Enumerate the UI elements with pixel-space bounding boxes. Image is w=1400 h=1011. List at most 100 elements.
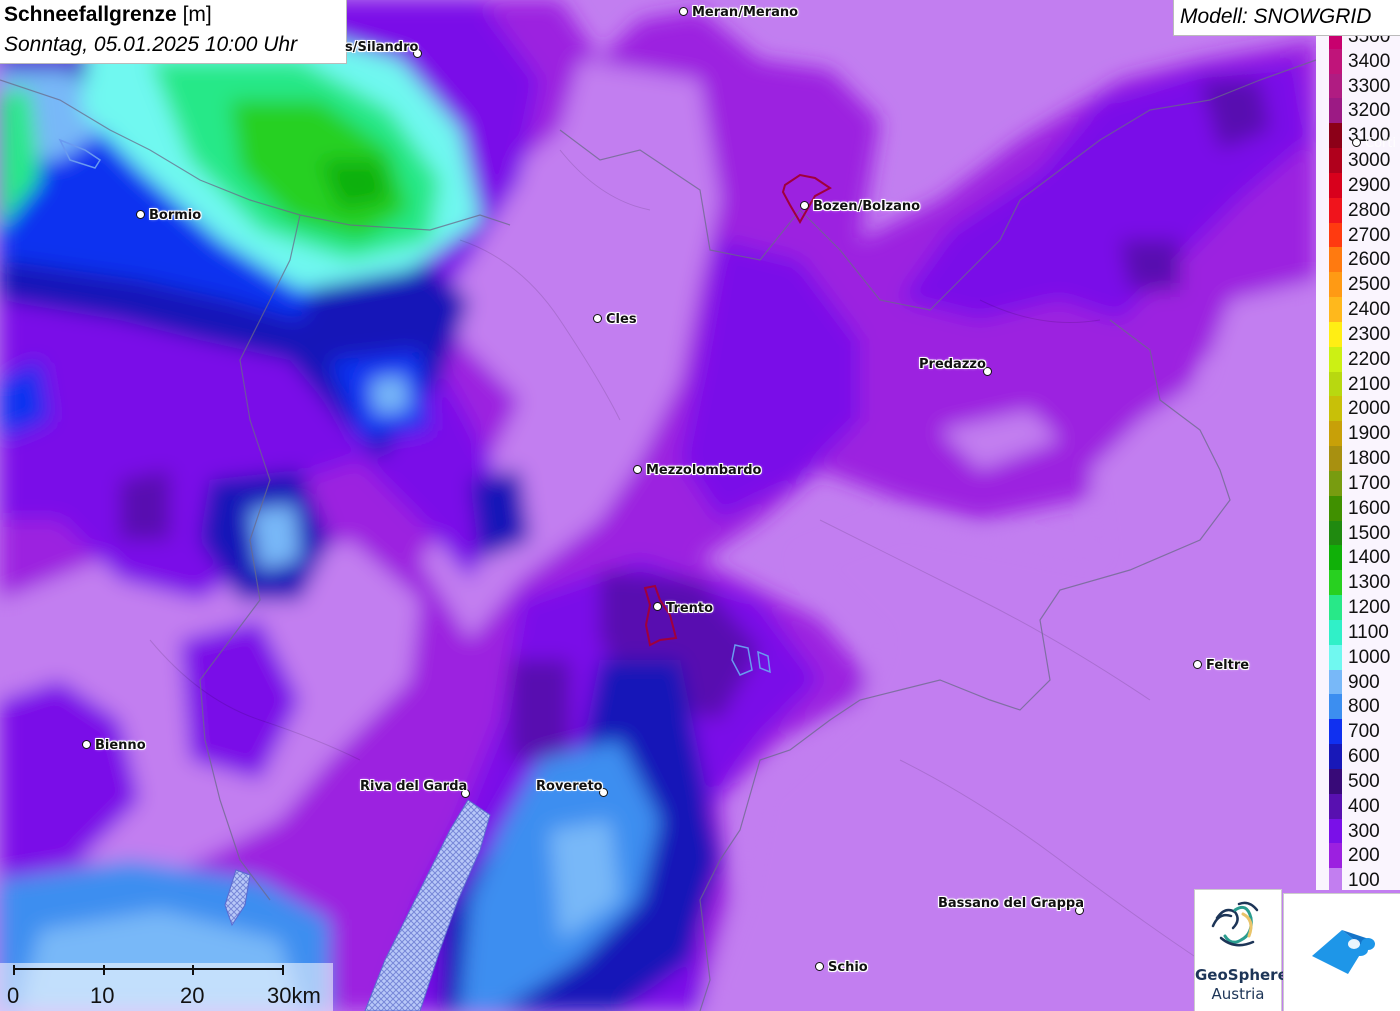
- legend-label: 3000: [1348, 150, 1391, 172]
- snowline-map[interactable]: [0, 0, 1400, 1011]
- legend-swatch: [1329, 297, 1342, 322]
- legend-swatch: [1329, 719, 1342, 745]
- scale-label-10: 10: [90, 983, 115, 1008]
- legend-label: 1500: [1348, 522, 1391, 544]
- title-panel: Schneefallgrenze [m] Sonntag, 05.01.2025…: [0, 0, 347, 64]
- legend-swatch: [1329, 570, 1342, 596]
- legend-swatch: [1329, 768, 1342, 794]
- legend-label: 1000: [1348, 646, 1391, 668]
- legend-swatch: [1329, 222, 1342, 248]
- legend-swatch: [1329, 396, 1342, 422]
- legend-label: 1400: [1348, 547, 1391, 569]
- legend-label: 1700: [1348, 472, 1391, 494]
- legend-swatch: [1329, 321, 1342, 347]
- legend-label: 1100: [1348, 621, 1389, 643]
- legend-label: 500: [1348, 770, 1380, 792]
- legend-swatch: [1329, 371, 1342, 397]
- legend-label: 1200: [1348, 597, 1391, 619]
- legend-label: 200: [1348, 845, 1380, 867]
- color-legend: 3500 3400 3300 3200 3100 3000 2900 2800 2700 2600…: [1316, 36, 1400, 890]
- legend-swatch: [1329, 744, 1342, 769]
- place-label: Cles: [606, 312, 637, 327]
- legend-swatch: [1329, 818, 1342, 844]
- map-datetime: Sonntag, 05.01.2025 10:00 Uhr: [4, 33, 298, 56]
- legend-swatch: [1329, 197, 1342, 223]
- place-dot: [653, 602, 662, 611]
- legend-swatch: [1329, 48, 1342, 74]
- legend-swatch: [1329, 172, 1342, 198]
- legend-swatch: [1329, 868, 1342, 890]
- legend-label: 300: [1348, 820, 1380, 842]
- legend-swatch: [1329, 36, 1342, 49]
- place-dot: [633, 465, 642, 474]
- legend-label: 1800: [1348, 448, 1391, 470]
- scale-label-20: 20: [180, 983, 205, 1008]
- map-viewport[interactable]: Schneefallgrenze [m] Sonntag, 05.01.2025…: [0, 0, 1400, 1011]
- legend-label: 3400: [1348, 50, 1391, 72]
- legend-swatch: [1329, 73, 1342, 99]
- legend-label: 800: [1348, 696, 1380, 718]
- legend-label: 1300: [1348, 572, 1391, 594]
- place-label: Corti: [1365, 136, 1397, 151]
- legend-label: 400: [1348, 795, 1380, 817]
- snowline-contours: [0, 0, 1316, 1011]
- legend-label: 700: [1348, 721, 1380, 743]
- legend-swatch: [1329, 545, 1342, 571]
- legend-label: 600: [1348, 746, 1380, 768]
- legend-swatch: [1329, 148, 1342, 173]
- place-dot: [800, 201, 809, 210]
- legend-swatch: [1329, 520, 1342, 546]
- geosphere-emblem-icon: [1211, 901, 1259, 947]
- legend-swatch: [1329, 793, 1342, 819]
- scale-bar: 0 10 20 30km: [0, 963, 333, 1011]
- place-label: Trento: [666, 601, 714, 616]
- model-panel: Modell: SNOWGRID: [1173, 0, 1400, 36]
- place-label: Riva del Garda: [360, 779, 468, 794]
- legend-label: 3500: [1348, 36, 1391, 47]
- legend-swatch: [1329, 247, 1342, 273]
- place-label: Schio: [828, 960, 868, 975]
- legend-swatch: [1329, 694, 1342, 720]
- legend-label: 2100: [1348, 373, 1391, 395]
- place-label: Mezzolombardo: [646, 463, 762, 478]
- legend-label: 1900: [1348, 423, 1391, 445]
- legend-swatch: [1329, 669, 1342, 695]
- legend-label: 100: [1348, 870, 1380, 890]
- weather-app-logo[interactable]: [1283, 893, 1400, 1011]
- scale-label-30km: 30km: [267, 983, 321, 1008]
- legend-swatch: [1329, 272, 1342, 298]
- place-label: s/Silandro: [345, 40, 419, 55]
- place-dot: [815, 962, 824, 971]
- place-label: Meran/Merano: [692, 5, 799, 20]
- geosphere-logo[interactable]: GeoSphere Austria: [1194, 889, 1288, 1011]
- legend-swatch: [1329, 346, 1342, 372]
- place-dot: [679, 7, 688, 16]
- place-label: Bienno: [95, 738, 146, 753]
- legend-label: 3300: [1348, 75, 1391, 97]
- legend-swatch: [1329, 470, 1342, 496]
- place-dot: [593, 314, 602, 323]
- mountain-cloud-icon: [1312, 930, 1375, 974]
- legend-swatch: [1329, 421, 1342, 447]
- legend-swatch: [1329, 644, 1342, 670]
- legend-label: 2400: [1348, 299, 1391, 321]
- scale-label-0: 0: [7, 983, 20, 1008]
- place-dot: [1352, 138, 1361, 147]
- legend-label: 3200: [1348, 100, 1391, 122]
- legend-label: 2600: [1348, 249, 1391, 271]
- legend-swatch: [1329, 495, 1342, 521]
- legend-swatch: [1329, 619, 1342, 645]
- legend-label: 2500: [1348, 274, 1391, 296]
- legend-swatch: [1329, 843, 1342, 869]
- model-label: Modell: SNOWGRID: [1180, 5, 1372, 28]
- legend-label: 2800: [1348, 199, 1391, 221]
- legend-label: 2000: [1348, 398, 1391, 420]
- place-label: Bassano del Grappa: [938, 896, 1084, 911]
- legend-swatch: [1329, 98, 1342, 124]
- place-label: Feltre: [1206, 658, 1250, 673]
- place-dot: [1193, 660, 1202, 669]
- legend-label: 2200: [1348, 348, 1391, 370]
- legend-label: 2900: [1348, 174, 1391, 196]
- geosphere-sub: Austria: [1211, 985, 1265, 1003]
- place-label: Predazzo: [919, 357, 986, 372]
